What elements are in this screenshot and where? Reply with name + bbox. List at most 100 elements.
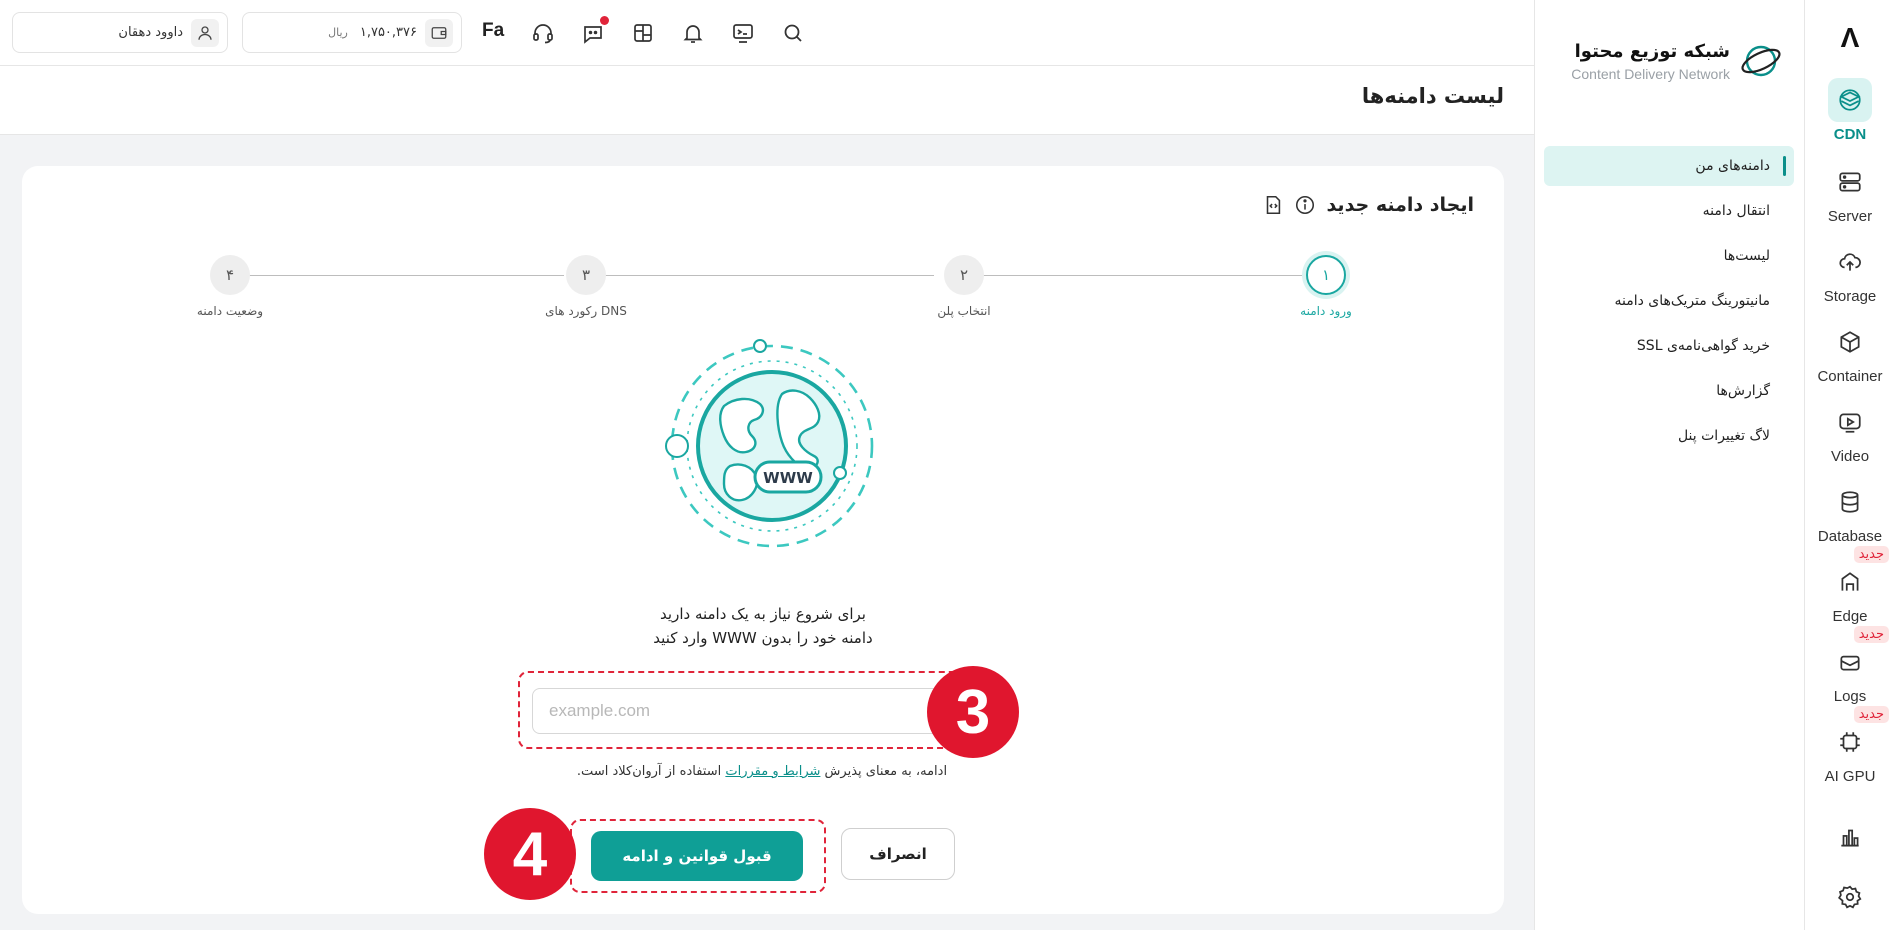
annotation-badge-3: 3	[927, 666, 1019, 758]
rail-settings-button[interactable]	[1805, 884, 1894, 910]
gpu-icon	[1828, 720, 1872, 764]
cloud-upload-icon	[1828, 240, 1872, 284]
cdn-sidebar: شبکه توزیع محتوا Content Delivery Networ…	[1534, 0, 1804, 930]
wallet-currency: ریال	[328, 26, 348, 39]
intro-line-1: برای شروع نیاز به یک دامنه دارید	[660, 605, 866, 623]
logs-icon	[1828, 640, 1872, 684]
sidebar-item-my-domains[interactable]: دامنه‌های من	[1544, 146, 1794, 186]
cdn-brand: شبکه توزیع محتوا Content Delivery Networ…	[1571, 40, 1782, 82]
accept-button-highlight: قبول قوانین و ادامه	[570, 819, 826, 893]
step-3-circle: ۳	[566, 255, 606, 295]
rail-item-label: CDN	[1833, 126, 1867, 143]
sidebar-item-buy-ssl[interactable]: خرید گواهی‌نامه‌ی SSL	[1544, 326, 1794, 366]
domain-input[interactable]	[532, 688, 947, 734]
rail-reports-button[interactable]	[1805, 824, 1894, 850]
page-header: لیست دامنه‌ها	[0, 66, 1534, 135]
step-connector	[974, 275, 1306, 276]
rail-item-server[interactable]: Server	[1805, 160, 1894, 225]
headset-icon	[533, 24, 553, 44]
new-badge: جدید	[1853, 706, 1889, 723]
wallet-balance[interactable]: ریال ۱,۷۵۰,۳۷۶	[242, 12, 462, 53]
arvan-logo[interactable]: Λ	[1805, 22, 1894, 54]
brand-subtitle: Content Delivery Network	[1571, 65, 1730, 82]
top-bar: داوود دهقان ریال ۱,۷۵۰,۳۷۶ Fa	[0, 0, 1534, 66]
step-2-circle: ۲	[944, 255, 984, 295]
rail-item-logs[interactable]: جدید Logs	[1805, 626, 1894, 705]
sidebar-item-metrics-monitoring[interactable]: مانیتورینگ متریک‌های دامنه	[1544, 281, 1794, 321]
accept-continue-button[interactable]: قبول قوانین و ادامه	[591, 831, 803, 881]
dashboard-button[interactable]	[628, 18, 658, 48]
terminal-icon	[733, 24, 753, 43]
cdn-logo-icon	[1741, 45, 1781, 77]
new-badge: جدید	[1853, 626, 1889, 643]
code-doc-icon[interactable]	[1262, 194, 1284, 216]
terms-notice: ادامه، به معنای پذیرش شرایط و مقررات است…	[452, 764, 1072, 779]
www-label: WWW	[763, 469, 813, 487]
terms-link[interactable]: شرایط و مقررات	[725, 764, 820, 779]
wallet-icon	[425, 18, 453, 47]
rail-item-storage[interactable]: Storage	[1805, 240, 1894, 305]
rail-item-edge[interactable]: جدید Edge	[1805, 546, 1894, 625]
bar-chart-icon	[1841, 829, 1859, 847]
bell-icon	[683, 25, 703, 43]
page-title: لیست دامنه‌ها	[1361, 84, 1504, 108]
cdn-icon	[1828, 78, 1872, 122]
avatar	[191, 18, 219, 47]
rail-item-ai-gpu[interactable]: جدید AI GPU	[1805, 706, 1894, 785]
language-switch[interactable]: Fa	[482, 20, 504, 42]
brand-title: شبکه توزیع محتوا	[1574, 40, 1730, 62]
edge-icon	[1828, 560, 1872, 604]
support-button[interactable]	[528, 18, 558, 48]
search-button[interactable]	[778, 18, 808, 48]
wallet-amount: ۱,۷۵۰,۳۷۶	[359, 25, 417, 40]
grid-icon	[634, 24, 652, 42]
sidebar-item-panel-changelog[interactable]: لاگ تغییرات پنل	[1544, 416, 1794, 456]
card-header: ایجاد دامنه جدید	[1262, 194, 1474, 216]
step-4-circle: ۴	[210, 255, 250, 295]
rail-item-label: Video	[1830, 448, 1870, 465]
globe-illustration: WWW	[632, 336, 892, 596]
database-icon	[1828, 480, 1872, 524]
terms-text-after: استفاده از آروان‌کلاد است.	[576, 764, 726, 779]
rail-item-label: AI GPU	[1824, 768, 1876, 785]
notifications-button[interactable]	[678, 18, 708, 48]
sidebar-item-lists[interactable]: لیست‌ها	[1544, 236, 1794, 276]
tickets-button[interactable]	[578, 16, 609, 48]
sidebar-item-domain-transfer[interactable]: انتقال دامنه	[1544, 191, 1794, 231]
rail-item-database[interactable]: Database	[1805, 480, 1894, 545]
console-button[interactable]	[728, 18, 758, 48]
annotation-badge-4: 4	[484, 808, 576, 900]
create-domain-card: ایجاد دامنه جدید ۱ ورود دامنه ۲ انتخاب پ…	[22, 166, 1504, 914]
server-icon	[1828, 160, 1872, 204]
sidebar-menu: دامنه‌های من انتقال دامنه لیست‌ها مانیتو…	[1544, 146, 1794, 461]
step-4-label: وضعیت دامنه	[196, 304, 264, 318]
gear-icon	[1838, 885, 1862, 909]
video-icon	[1828, 400, 1872, 444]
user-menu[interactable]: داوود دهقان	[12, 12, 228, 53]
chat-bot-icon	[584, 26, 602, 44]
rail-item-label: Storage	[1823, 288, 1877, 305]
step-1-circle: ۱	[1306, 255, 1346, 295]
search-icon	[784, 24, 802, 42]
rail-item-label: Edge	[1832, 608, 1868, 625]
step-3-label: رکورد های DNS	[545, 304, 627, 318]
step-connector	[234, 275, 564, 276]
step-2-label: انتخاب پلن	[937, 304, 991, 318]
rail-item-container[interactable]: Container	[1805, 320, 1894, 385]
cancel-button[interactable]: انصراف	[841, 828, 955, 880]
sidebar-item-reports[interactable]: گزارش‌ها	[1544, 371, 1794, 411]
user-name: داوود دهقان	[118, 25, 183, 40]
user-icon	[198, 25, 212, 40]
rail-item-video[interactable]: Video	[1805, 400, 1894, 465]
icon-rail: Λ CDN Server Storage Container Video Dat…	[1804, 0, 1894, 930]
domain-input-highlight	[518, 671, 978, 749]
domain-intro: برای شروع نیاز به یک دامنه دارید دامنه خ…	[513, 602, 1013, 650]
rail-item-label: Server	[1827, 208, 1873, 225]
rail-item-label: Logs	[1833, 688, 1867, 705]
step-connector	[604, 275, 934, 276]
step-1-label: ورود دامنه	[1300, 304, 1352, 318]
notification-dot	[600, 16, 609, 25]
new-badge: جدید	[1853, 546, 1889, 563]
info-icon[interactable]	[1294, 194, 1316, 216]
rail-item-cdn[interactable]: CDN	[1805, 78, 1894, 143]
